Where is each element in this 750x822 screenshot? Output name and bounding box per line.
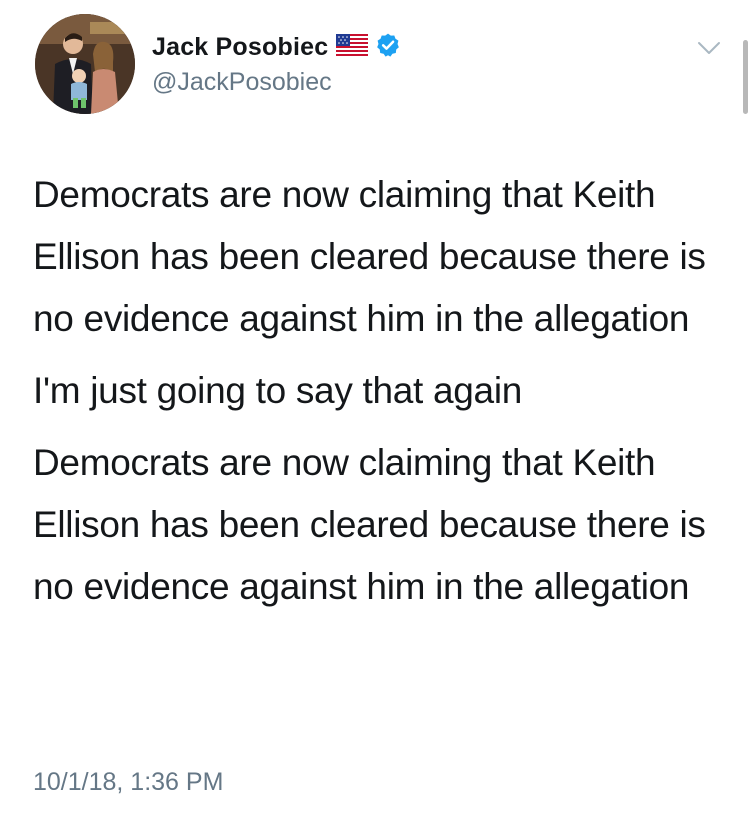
us-flag-icon (336, 33, 369, 61)
tweet-paragraph: Democrats are now claiming that Keith El… (33, 174, 706, 339)
scrollbar[interactable] (743, 40, 748, 114)
tweet-paragraph: Democrats are now claiming that Keith El… (33, 442, 706, 607)
tweet-paragraph: I'm just going to say that again (33, 370, 523, 411)
avatar-photo-icon (35, 14, 135, 114)
tweet-timestamp[interactable]: 10/1/18, 1:36 PM (33, 768, 223, 797)
author-display-name[interactable]: Jack Posobiec (152, 33, 328, 62)
verified-badge-icon (375, 32, 401, 63)
author-handle[interactable]: @JackPosobiec (152, 68, 332, 97)
author-name-row[interactable]: Jack Posobiec (152, 30, 401, 64)
avatar[interactable] (35, 14, 135, 114)
tweet-text: Democrats are now claiming that Keith El… (33, 164, 733, 618)
tweet-card: Jack Posobiec @JackPosobiec Democrats ar… (0, 0, 750, 822)
chevron-down-icon[interactable] (695, 38, 723, 58)
